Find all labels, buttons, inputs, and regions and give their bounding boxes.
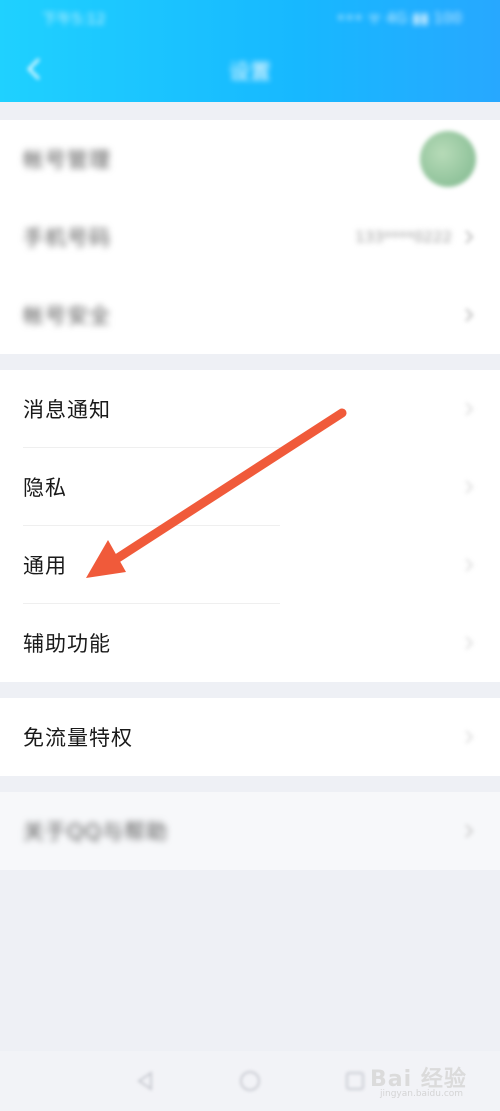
settings-item-label: 手机号码 xyxy=(23,226,111,250)
chevron-right-icon xyxy=(465,636,474,650)
settings-item-about[interactable]: 关于QQ与帮助 xyxy=(0,792,500,870)
settings-item-privacy[interactable]: 隐私 xyxy=(0,448,500,526)
settings-item-label: 免流量特权 xyxy=(23,726,133,750)
avatar xyxy=(420,131,476,187)
recents-icon xyxy=(346,1072,364,1090)
nav-recents-button[interactable] xyxy=(340,1066,370,1096)
app-header: 设置 xyxy=(0,36,500,102)
watermark-sub: jingyan.baidu.com xyxy=(380,1089,464,1099)
nav-home-button[interactable] xyxy=(235,1066,265,1096)
status-bar: 下午5:12 ••• ᯤ 4G ▮▮ 100 xyxy=(0,0,500,36)
account-group: 帐号管理 手机号码 133****0222 帐号安全 xyxy=(0,120,500,354)
general-group: 消息通知 隐私 通用 辅助功能 xyxy=(0,370,500,682)
settings-item-label: 消息通知 xyxy=(23,398,111,422)
settings-item-phone[interactable]: 手机号码 133****0222 xyxy=(0,198,500,276)
phone-value: 133****0222 xyxy=(355,228,452,246)
about-group: 关于QQ与帮助 xyxy=(0,792,500,870)
data-free-group: 免流量特权 xyxy=(0,698,500,776)
back-icon xyxy=(137,1071,152,1091)
status-indicators: ••• ᯤ 4G ▮▮ 100 xyxy=(336,9,462,27)
settings-item-general[interactable]: 通用 xyxy=(0,526,500,604)
settings-item-account-management[interactable]: 帐号管理 xyxy=(0,120,500,198)
settings-item-label: 通用 xyxy=(23,554,67,578)
page-title: 设置 xyxy=(229,60,271,84)
settings-item-data-free-privilege[interactable]: 免流量特权 xyxy=(0,698,500,776)
chevron-right-icon xyxy=(465,402,474,416)
settings-item-label: 帐号安全 xyxy=(23,304,111,328)
chevron-right-icon xyxy=(465,308,474,322)
chevron-right-icon xyxy=(465,730,474,744)
settings-item-label: 帐号管理 xyxy=(23,148,111,172)
settings-item-label: 辅助功能 xyxy=(23,632,111,656)
home-icon xyxy=(240,1071,260,1091)
status-time: 下午5:12 xyxy=(42,10,106,28)
chevron-right-icon xyxy=(465,558,474,572)
settings-item-account-security[interactable]: 帐号安全 xyxy=(0,276,500,354)
nav-back-button[interactable] xyxy=(130,1066,160,1096)
baidu-watermark: Bai 经验 jingyan.baidu.com xyxy=(370,1057,488,1105)
settings-item-label: 关于QQ与帮助 xyxy=(23,820,169,844)
settings-item-notifications[interactable]: 消息通知 xyxy=(0,370,500,448)
settings-item-accessibility[interactable]: 辅助功能 xyxy=(0,604,500,682)
chevron-right-icon xyxy=(465,480,474,494)
system-nav-bar: Bai 经验 jingyan.baidu.com xyxy=(0,1051,500,1111)
chevron-right-icon xyxy=(465,824,474,838)
settings-item-label: 隐私 xyxy=(23,476,67,500)
chevron-right-icon xyxy=(465,230,474,244)
